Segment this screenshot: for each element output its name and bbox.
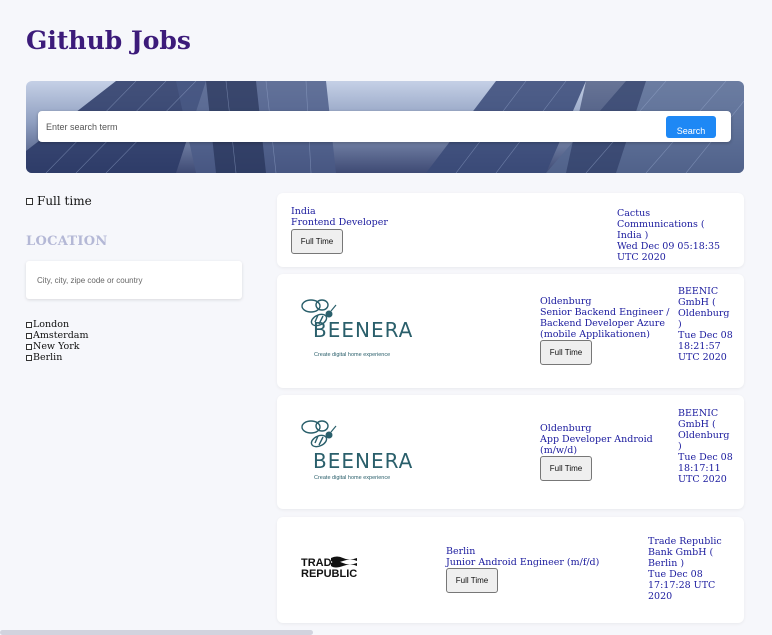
city-list: London Amsterdam New York Berlin bbox=[26, 319, 88, 363]
full-time-button[interactable]: Full Time bbox=[540, 456, 592, 481]
job-company: BEENIC GmbH ( Oldenburg ) bbox=[678, 408, 730, 452]
beenera-wordmark: BEENERA bbox=[313, 318, 414, 342]
checkbox-icon[interactable] bbox=[26, 343, 32, 350]
city-label: Berlin bbox=[33, 352, 63, 363]
job-card[interactable]: BEENERA Create digital home experience O… bbox=[277, 395, 744, 509]
search-input[interactable] bbox=[38, 111, 638, 142]
full-time-checkbox[interactable]: Full time bbox=[26, 194, 92, 208]
trade-logo-line2: REPUBLIC bbox=[301, 568, 358, 580]
full-time-button[interactable]: Full Time bbox=[540, 340, 592, 365]
company-logo: TRADE REPUBLIC bbox=[301, 558, 357, 580]
search-bar: Search bbox=[38, 111, 731, 142]
job-location: Oldenburg bbox=[540, 423, 592, 434]
job-title[interactable]: App Developer Android (m/w/d) bbox=[540, 434, 680, 456]
job-company: BEENIC GmbH ( Oldenburg ) bbox=[678, 286, 730, 330]
city-option-amsterdam[interactable]: Amsterdam bbox=[26, 330, 88, 341]
job-company: Trade Republic Bank GmbH ( Berlin ) bbox=[648, 536, 722, 569]
job-card[interactable]: TRADE REPUBLIC Berlin Junior Android Eng… bbox=[277, 517, 744, 623]
beenera-wordmark: BEENERA bbox=[313, 449, 414, 473]
location-input[interactable] bbox=[26, 261, 242, 299]
job-date: Wed Dec 09 05:18:35 UTC 2020 bbox=[617, 241, 721, 263]
hero-banner: Search bbox=[26, 81, 744, 173]
job-location: Berlin bbox=[446, 546, 476, 557]
full-time-button[interactable]: Full Time bbox=[446, 568, 498, 593]
city-label: Amsterdam bbox=[33, 330, 89, 341]
checkbox-icon[interactable] bbox=[26, 321, 32, 328]
city-label: New York bbox=[33, 341, 80, 352]
job-date: Tue Dec 08 18:17:11 UTC 2020 bbox=[678, 452, 733, 485]
beenera-tagline: Create digital home experience bbox=[314, 352, 391, 358]
job-card[interactable]: India Frontend Developer Full Time Cactu… bbox=[277, 193, 744, 267]
job-card[interactable]: BEENERA Create digital home experience O… bbox=[277, 274, 744, 388]
city-label: London bbox=[33, 319, 70, 330]
job-location: India bbox=[291, 206, 316, 217]
city-option-london[interactable]: London bbox=[26, 319, 88, 330]
job-location: Oldenburg bbox=[540, 296, 592, 307]
city-option-new-york[interactable]: New York bbox=[26, 341, 88, 352]
checkbox-icon[interactable] bbox=[26, 354, 32, 361]
location-field-container bbox=[26, 261, 242, 299]
checkbox-icon[interactable] bbox=[26, 197, 33, 205]
page-title: Github Jobs bbox=[26, 26, 191, 55]
job-title[interactable]: Junior Android Engineer (m/f/d) bbox=[446, 557, 626, 568]
city-option-berlin[interactable]: Berlin bbox=[26, 352, 88, 363]
job-date: Tue Dec 08 17:17:28 UTC 2020 bbox=[648, 569, 716, 602]
job-title[interactable]: Frontend Developer bbox=[291, 217, 511, 228]
horizontal-scrollbar[interactable] bbox=[0, 630, 313, 635]
checkbox-icon[interactable] bbox=[26, 332, 32, 339]
job-company: Cactus Communications ( India ) bbox=[617, 208, 705, 241]
full-time-button[interactable]: Full Time bbox=[291, 229, 343, 254]
search-button[interactable]: Search bbox=[666, 116, 716, 138]
beenera-tagline: Create digital home experience bbox=[314, 475, 391, 481]
full-time-label: Full time bbox=[37, 194, 92, 208]
location-title: LOCATION bbox=[26, 234, 108, 249]
job-date: Tue Dec 08 18:21:57 UTC 2020 bbox=[678, 330, 733, 363]
